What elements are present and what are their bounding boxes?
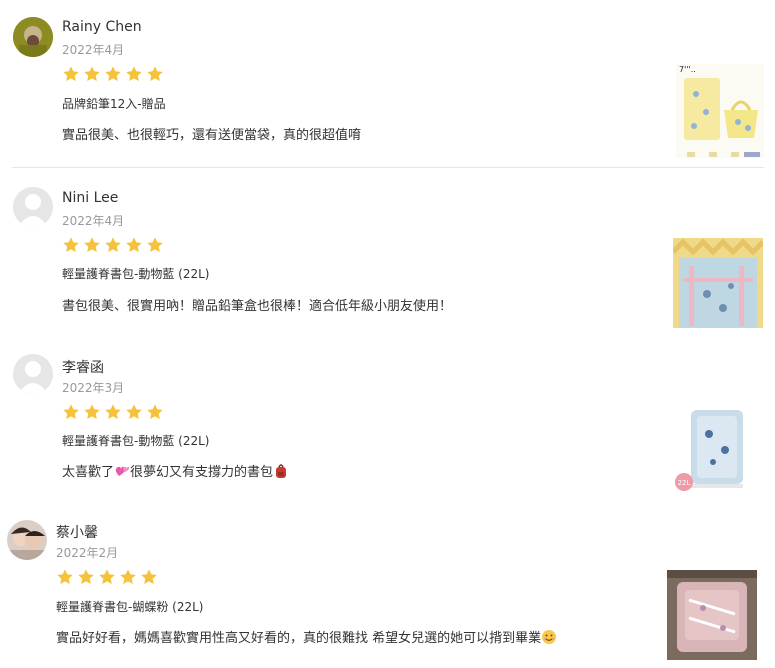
product-variant: 輕量護脊書包-動物藍 (22L) [62,267,210,281]
review-item: Nini Lee 2022年4月 輕量護脊書包-動物藍 (22L) 書包很美、很… [0,168,775,336]
product-variant: 輕量護脊書包-動物藍 (22L) [62,434,210,448]
user-avatar [7,520,47,560]
review-text: 太喜歡了 很夢幻又有支撐力的書包 [62,461,289,480]
backpack-photo-icon [667,570,757,660]
review-date: 2022年3月 [62,381,125,395]
star-icon [146,65,164,83]
reviewer-name: 李睿函 [62,360,104,376]
review-photo[interactable]: 22L [673,404,763,494]
user-avatar [13,354,53,394]
reviewer-name: 蔡小馨 [56,525,98,541]
star-icon [146,236,164,254]
star-icon [83,403,101,421]
star-rating [62,403,164,421]
star-icon [119,568,137,586]
backpack-photo-icon [673,238,763,328]
star-icon [146,403,164,421]
default-avatar-icon [13,354,53,394]
star-icon [104,403,122,421]
reviewer-name: Nini Lee [62,190,119,206]
review-text-part: 太喜歡了 [62,465,115,480]
backpack-emoji-icon [276,464,287,478]
user-avatar [13,17,53,57]
star-rating [56,568,158,586]
star-icon [56,568,74,586]
star-icon [104,236,122,254]
star-icon [140,568,158,586]
star-icon [62,236,80,254]
avatar-photo-icon [7,520,47,560]
star-icon [98,568,116,586]
review-text: 實品很美、也很輕巧，還有送便當袋，真的很超值唷 [62,128,362,143]
star-icon [125,403,143,421]
star-icon [62,403,80,421]
product-variant: 輕量護脊書包-蝴蝶粉 (22L) [56,600,204,614]
svg-text:22L: 22L [678,479,691,487]
review-text: 書包很美、很實用吶！贈品鉛筆盒也很棒！適合低年級小朋友使用！ [62,299,453,314]
star-icon [83,236,101,254]
reviewer-name: Rainy Chen [62,19,142,35]
review-text: 實品好好看，媽媽喜歡實用性高又好看的，真的很難找 希望女兒選的她可以揹到畢業 [56,627,557,646]
user-avatar [13,187,53,227]
review-date: 2022年4月 [62,43,125,57]
star-icon [77,568,95,586]
star-icon [104,65,122,83]
star-icon [83,65,101,83]
review-item: Rainy Chen 2022年4月 品牌鉛筆12入-贈品 實品很美、也很輕巧，… [0,0,775,168]
review-item: 蔡小馨 2022年2月 輕量護脊書包-蝴蝶粉 (22L) 實品好好看，媽媽喜歡實… [0,506,775,668]
review-text-part: 實品好好看，媽媽喜歡實用性高又好看的，真的很難找 希望女兒選的她可以揹到畢業 [56,631,542,646]
review-text-part: 很夢幻又有支撐力的書包 [130,465,274,480]
star-icon [62,65,80,83]
review-date: 2022年4月 [62,214,125,228]
star-rating [62,236,164,254]
review-photo[interactable]: 7'''.. [676,64,764,158]
avatar-photo-icon [13,17,53,57]
default-avatar-icon [13,187,53,227]
review-photo[interactable] [673,238,763,328]
pencil-case-photo-icon: 7'''.. [676,64,764,158]
smiling-face-emoji-icon [542,630,557,644]
review-date: 2022年2月 [56,546,119,560]
star-icon [125,65,143,83]
review-photo[interactable] [667,570,757,660]
review-item: 李睿函 2022年3月 輕量護脊書包-動物藍 (22L) 太喜歡了 很夢幻又有支撐… [0,336,775,506]
backpack-photo-icon: 22L [673,404,763,494]
star-rating [62,65,164,83]
two-hearts-emoji-icon [115,466,130,476]
product-variant: 品牌鉛筆12入-贈品 [62,97,166,111]
star-icon [125,236,143,254]
svg-text:7'''..: 7'''.. [679,65,696,74]
